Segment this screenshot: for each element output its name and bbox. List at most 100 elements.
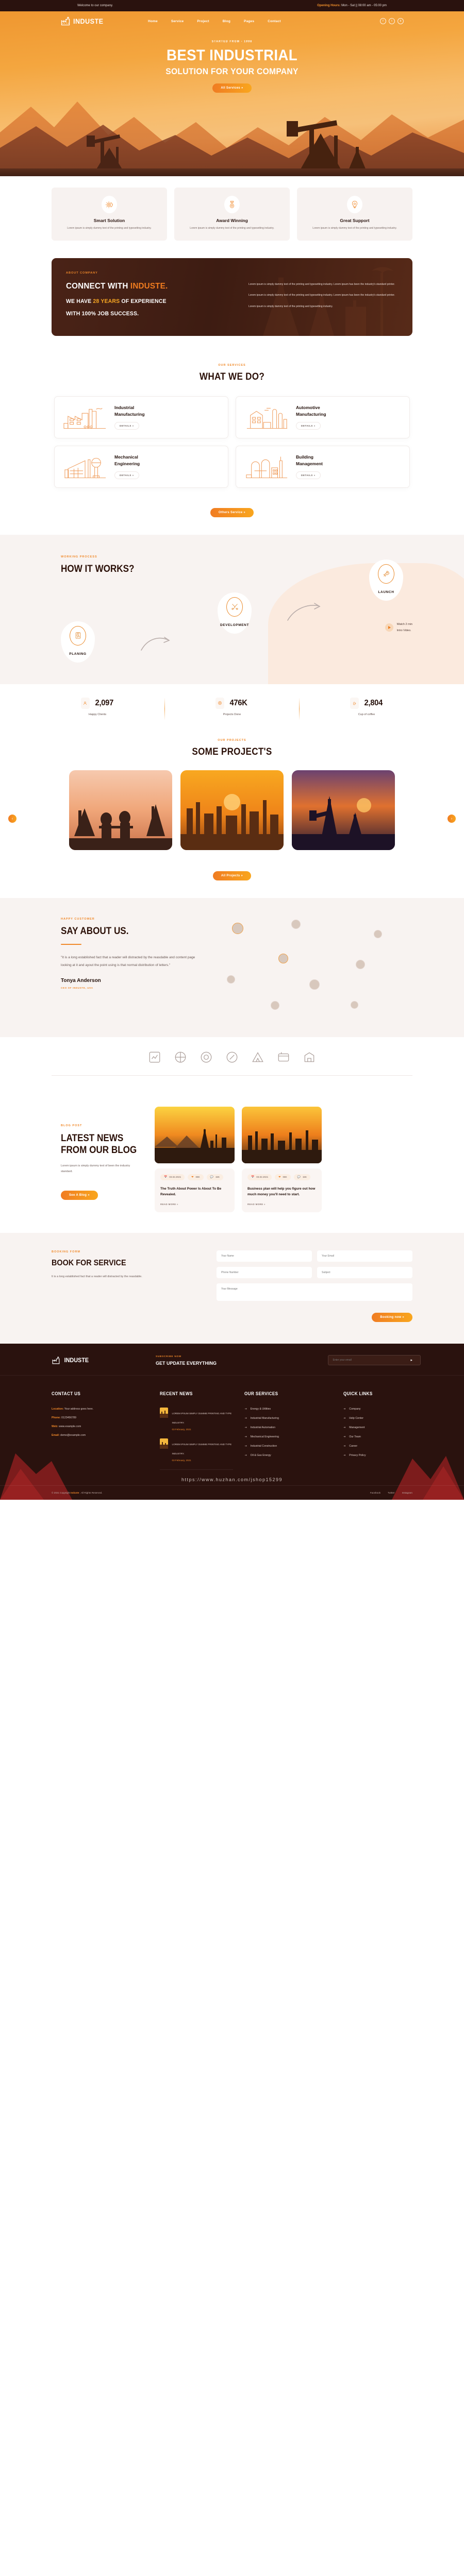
feature-card[interactable]: Smart Solution Lorem ipsum is simply dum…	[52, 188, 167, 241]
carousel-prev-button[interactable]: ‹	[8, 815, 16, 823]
project-card[interactable]	[292, 770, 395, 850]
blog-read-more[interactable]: READ MORE »	[160, 1203, 229, 1206]
service-details-button[interactable]: DETAILS »	[114, 471, 139, 479]
nav-item-project[interactable]: Project	[197, 20, 209, 23]
service-details-button[interactable]: DETAILS »	[114, 421, 139, 430]
avatar[interactable]	[351, 1001, 358, 1009]
news-body: LOREM IPSUM SIMPLY DUMME PRINTING AND TY…	[172, 1408, 234, 1431]
nav-item-pages[interactable]: Pages	[244, 20, 254, 23]
service-card[interactable]: Industrial Manufacturing DETAILS »	[54, 396, 228, 438]
subscribe-email-input[interactable]	[328, 1355, 421, 1366]
booking-submit-button[interactable]: Booking now »	[372, 1312, 412, 1322]
process-step-planing[interactable]: PLANING	[61, 621, 95, 663]
blog-post-card[interactable]: 📅 03.02.2021 ❤ 08K 💬 15K Business plan w…	[242, 1106, 322, 1212]
service-body: Building Management DETAILS »	[296, 454, 323, 479]
brand-logo-1[interactable]	[148, 1050, 161, 1064]
nav-item-blog[interactable]: Blog	[223, 20, 230, 23]
opening-hours-value: Mon - Sat || 08:00 am - 05:00 pm	[341, 4, 387, 7]
twitter-icon[interactable]: t	[389, 18, 395, 24]
brand-logo-7[interactable]	[303, 1050, 316, 1064]
avatar[interactable]	[278, 953, 288, 963]
feature-card[interactable]: Award Winning Lorem ipsum is simply dumm…	[174, 188, 290, 241]
subject-input[interactable]	[317, 1266, 412, 1278]
project-card[interactable]	[69, 770, 172, 850]
blog-post-card[interactable]: 📅 03.02.2021 ❤ 08K 💬 15K The Truth About…	[155, 1106, 235, 1212]
name-input[interactable]	[217, 1250, 312, 1262]
footer-news-item[interactable]: LOREM IPSUM SIMPLY DUMME PRINTING AND TY…	[159, 1407, 234, 1431]
footer-service-link[interactable]: ⇥ Energy & Utilities	[244, 1408, 332, 1411]
service-title: Industrial Manufacturing	[114, 405, 145, 417]
footer-service-link[interactable]: ⇥ Industrial Manufacturing	[244, 1417, 332, 1420]
service-card[interactable]: Building Management DETAILS »	[236, 445, 410, 488]
blog-meta-row: 📅 03.02.2021 ❤ 08K 💬 15K	[160, 1174, 229, 1180]
phone-input[interactable]	[217, 1266, 312, 1278]
brand-logo-2[interactable]	[174, 1050, 187, 1064]
counter-value: 2,097	[95, 698, 113, 707]
footer-link-twitter[interactable]: Twitter	[388, 1492, 395, 1494]
process-step-development[interactable]: DEVELOPMENT	[218, 592, 252, 634]
avatar[interactable]	[227, 975, 235, 984]
see-blog-button[interactable]: See A Blog »	[61, 1191, 98, 1200]
footer-news-item[interactable]: LOREM IPSUM SIMPLY DUMME PRINTING AND TY…	[159, 1438, 234, 1462]
service-card[interactable]: Automotive Manufacturing DETAILS »	[236, 396, 410, 438]
feature-card[interactable]: Great Support Lorem ipsum is simply dumm…	[297, 188, 412, 241]
nav-item-service[interactable]: Service	[171, 20, 184, 23]
counter-label: Projects Done	[223, 713, 241, 716]
booking-inner: BOOKING FORM BOOK FOR SERVICE It is a lo…	[52, 1250, 412, 1322]
copyright-text: © 2021 Copyright Induste . All Rights Re…	[52, 1492, 103, 1494]
message-textarea[interactable]	[217, 1283, 412, 1301]
footer-quick-link[interactable]: ⇥ Our Team	[343, 1435, 412, 1438]
brand-logos-section	[0, 1037, 464, 1089]
intro-video-button[interactable]: Watch 2 min Intro Video.	[385, 621, 412, 634]
email-input[interactable]	[317, 1250, 412, 1262]
process-step-launch[interactable]: LAUNCH	[369, 559, 403, 601]
contact-value: Your address goes here.	[64, 1407, 94, 1411]
site-logo[interactable]: INDUSTE	[60, 16, 107, 26]
all-projects-button[interactable]: All Projects »	[212, 871, 252, 880]
footer-service-link[interactable]: ⇥ Industrial Automation	[244, 1426, 332, 1429]
avatar[interactable]	[374, 929, 382, 938]
footer-quick-link[interactable]: ⇥ Help Center	[343, 1417, 412, 1420]
watermark-text: https://www.huzhan.com/jshop15299	[181, 1477, 283, 1482]
brand-logo-4[interactable]	[225, 1050, 239, 1064]
footer-logo[interactable]: INDUSTE	[52, 1356, 144, 1365]
footer-link-instagram[interactable]: Instagram	[402, 1492, 412, 1494]
service-card[interactable]: Mechanical Engineering DETAILS »	[54, 445, 228, 488]
service-details-button[interactable]: DETAILS »	[296, 471, 321, 479]
nav-item-home[interactable]: Home	[148, 20, 158, 23]
service-details-button[interactable]: DETAILS »	[296, 421, 321, 430]
blog-intro-text: Lorem ipsum is simply dummy text of been…	[61, 1164, 130, 1173]
coffee-icon	[350, 697, 359, 709]
footer-quick-link[interactable]: ⇥ Management	[343, 1426, 412, 1429]
avatar[interactable]	[291, 919, 301, 929]
footer-quick-link[interactable]: ⇥ Career	[343, 1445, 412, 1448]
footer-service-link[interactable]: ⇥ Oil & Gas Energy	[244, 1454, 332, 1457]
brand-logo-3[interactable]	[200, 1050, 213, 1064]
testimonials-section: HAPPY CUSTOMER SAY ABOUT US. "It is a lo…	[0, 897, 464, 1037]
subscribe-send-button[interactable]: ▸	[410, 1358, 412, 1362]
project-card[interactable]	[180, 770, 284, 850]
behance-icon[interactable]: b	[397, 18, 404, 24]
blog-read-more[interactable]: READ MORE »	[247, 1203, 316, 1206]
hero-cta-button[interactable]: All Services »	[212, 83, 252, 93]
footer-quick-link[interactable]: ⇥ Privacy Policy	[343, 1454, 412, 1457]
blog-date: 03.02.2021	[256, 1176, 269, 1178]
brand-logo-5[interactable]	[251, 1050, 264, 1064]
nav-item-contact[interactable]: Contact	[268, 20, 281, 23]
opening-hours-label: Opening Hours:	[317, 4, 341, 7]
avatar[interactable]	[271, 1001, 279, 1010]
footer-link-facebook[interactable]: Facebook	[370, 1492, 380, 1494]
avatar[interactable]	[232, 922, 243, 934]
facebook-icon[interactable]: f	[380, 18, 386, 24]
footer-service-link[interactable]: ⇥ Mechanical Engineering	[244, 1435, 332, 1438]
others-service-button[interactable]: Others Service »	[210, 507, 254, 517]
carousel-next-button[interactable]: ›	[448, 815, 456, 823]
step-bubble	[61, 621, 95, 663]
avatar[interactable]	[309, 979, 320, 990]
avatar[interactable]	[356, 959, 365, 969]
brand-logo-6[interactable]	[277, 1050, 290, 1064]
footer-service-link[interactable]: ⇥ Industrial Construction	[244, 1445, 332, 1448]
feature-cards: Smart Solution Lorem ipsum is simply dum…	[0, 176, 464, 254]
footer-logo-text: INDUSTE	[64, 1357, 89, 1364]
footer-quick-link[interactable]: ⇥ Company	[343, 1408, 412, 1411]
